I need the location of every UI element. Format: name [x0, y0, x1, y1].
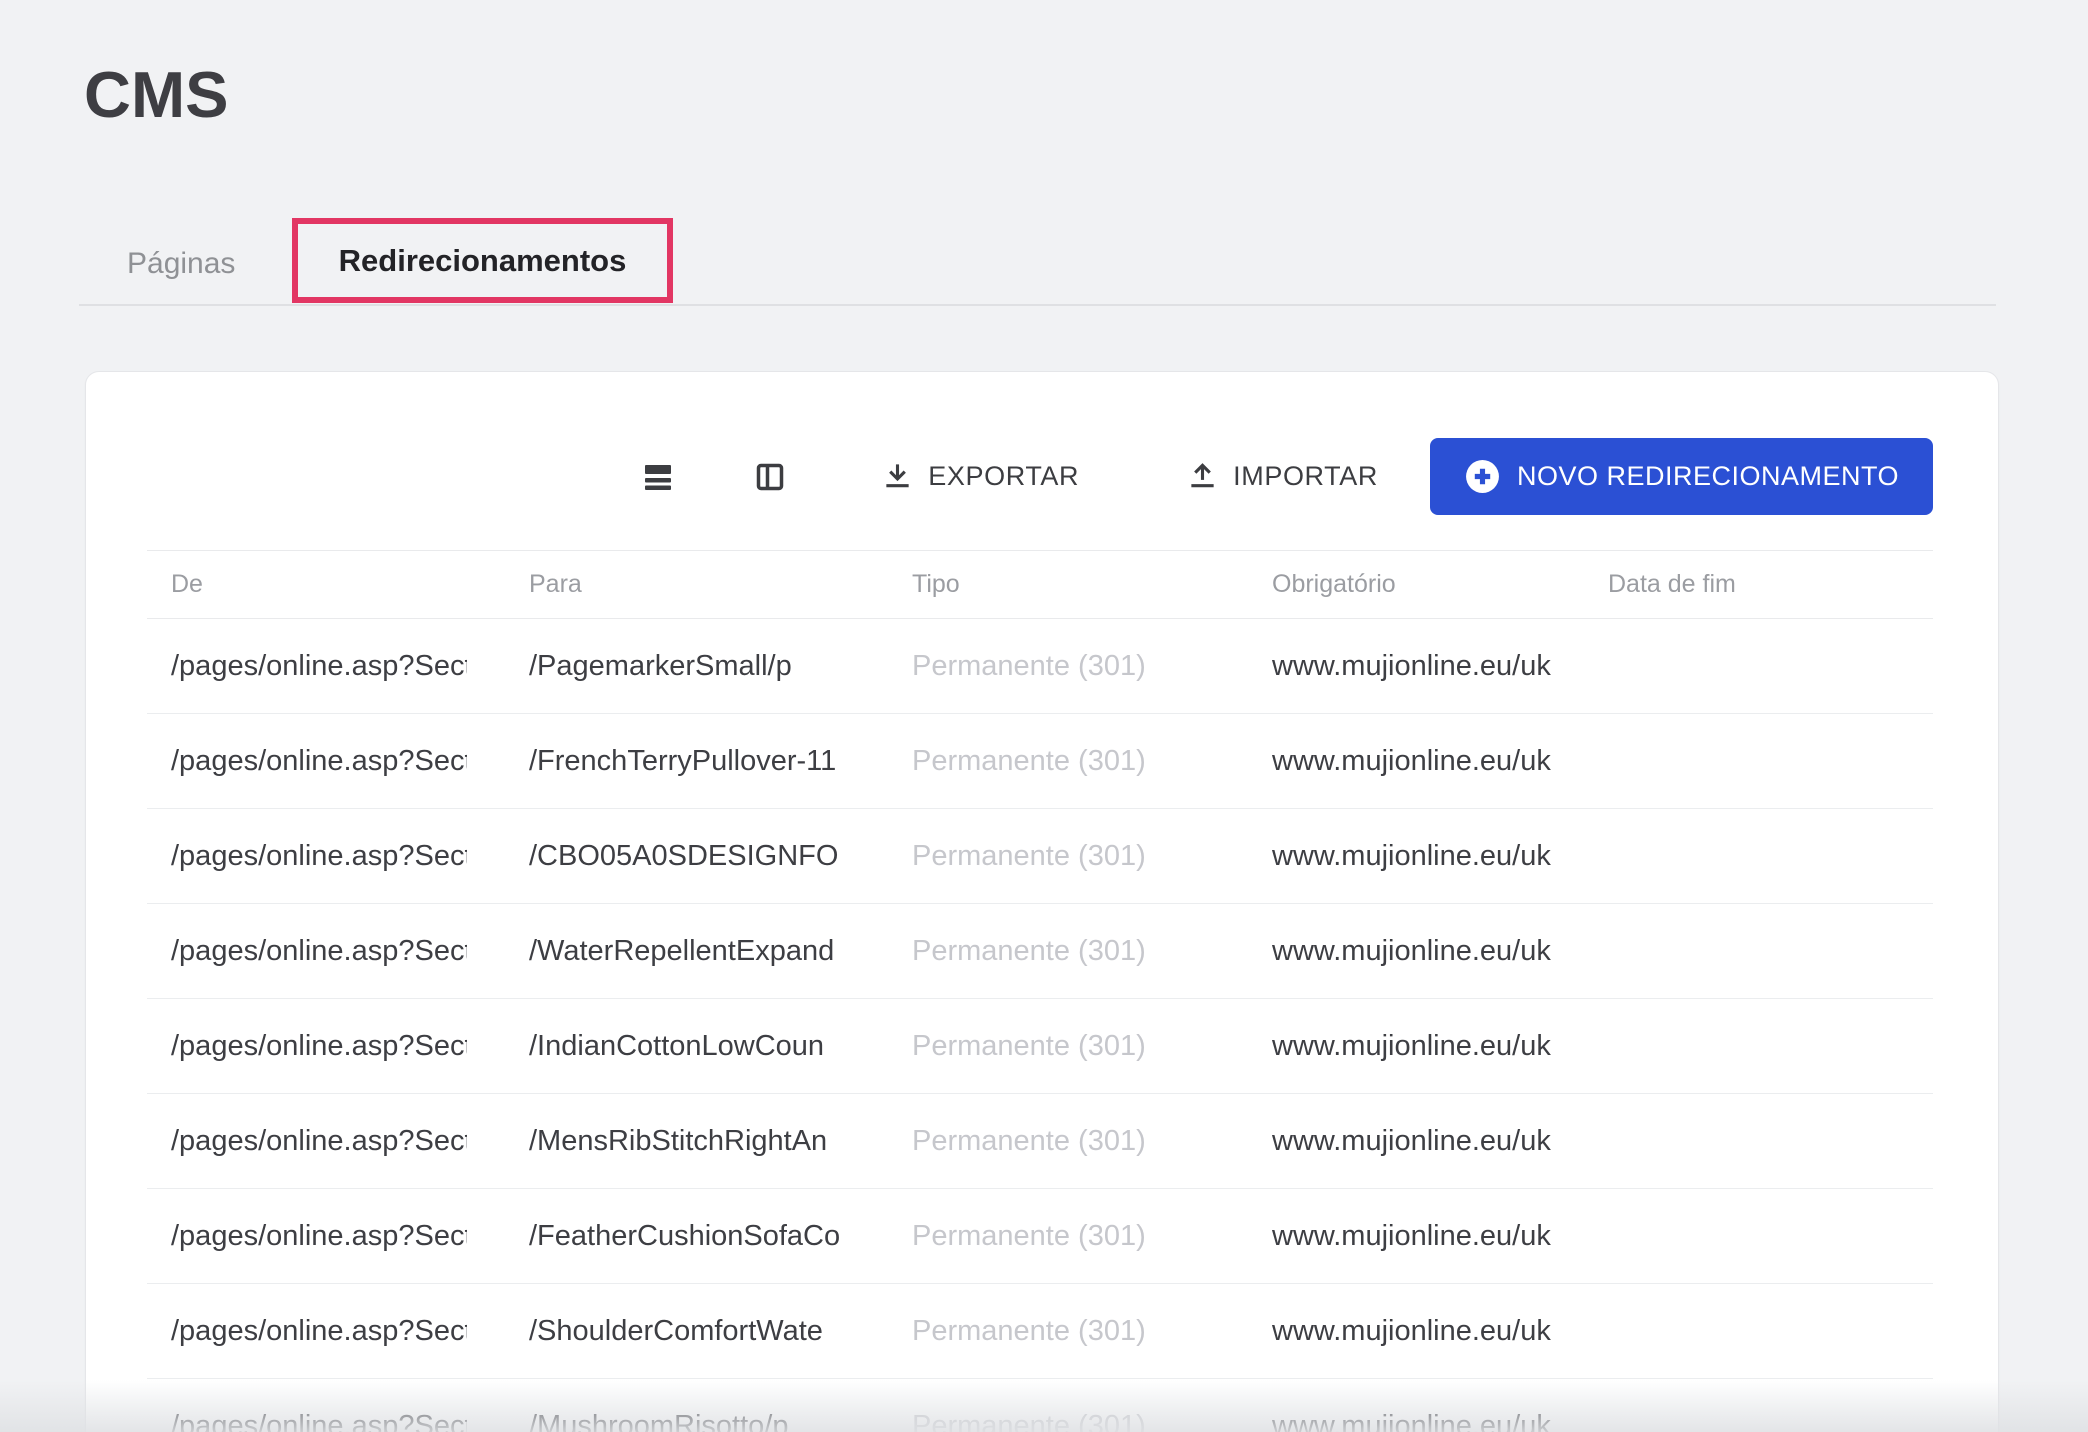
table-row[interactable]: /pages/online.asp?Sect /ShoulderComfortW…: [147, 1284, 1933, 1379]
cell-de: /pages/online.asp?Sect: [147, 1219, 505, 1253]
cell-obrigatorio: www.mujionline.eu/uk: [1248, 934, 1584, 968]
cell-obrigatorio: www.mujionline.eu/uk: [1248, 649, 1584, 683]
cell-obrigatorio: www.mujionline.eu/uk: [1248, 1124, 1584, 1158]
cell-data-de-fim: [1584, 1410, 1933, 1432]
cell-para: /FeatherCushionSofaCo: [505, 1219, 888, 1253]
cell-obrigatorio: www.mujionline.eu/uk: [1248, 1029, 1584, 1063]
cell-data-de-fim: [1584, 650, 1933, 683]
cell-obrigatorio: www.mujionline.eu/uk: [1248, 1409, 1584, 1432]
cell-obrigatorio: www.mujionline.eu/uk: [1248, 1219, 1584, 1253]
page-title: CMS: [84, 57, 228, 132]
column-header-obrigatorio: Obrigatório: [1248, 570, 1584, 599]
table-row[interactable]: /pages/online.asp?Sect /WaterRepellentEx…: [147, 904, 1933, 999]
cell-de: /pages/online.asp?Sect: [147, 744, 505, 778]
tab-redirecionamentos[interactable]: Redirecionamentos: [339, 243, 627, 279]
table-row[interactable]: /pages/online.asp?Sect /FeatherCushionSo…: [147, 1189, 1933, 1284]
rows-view-icon: [642, 461, 674, 493]
cell-data-de-fim: [1584, 1315, 1933, 1348]
cell-para: /ShoulderComfortWate: [505, 1314, 888, 1348]
active-tab-highlight-annotation: Redirecionamentos: [292, 218, 673, 303]
rows-view-button[interactable]: [642, 461, 674, 493]
cell-tipo: Permanente (301): [888, 934, 1248, 968]
plus-circle-icon: [1464, 458, 1501, 495]
column-header-tipo: Tipo: [888, 570, 1248, 599]
table-row[interactable]: /pages/online.asp?Sect /MushroomRisotto/…: [147, 1379, 1933, 1432]
redirects-card: EXPORTAR IMPORTAR: [85, 371, 1999, 1432]
cell-tipo: Permanente (301): [888, 1029, 1248, 1063]
tab-paginas[interactable]: Páginas: [127, 222, 235, 306]
download-icon: [882, 461, 913, 492]
cell-data-de-fim: [1584, 840, 1933, 873]
cell-de: /pages/online.asp?Sect: [147, 1409, 505, 1432]
cell-tipo: Permanente (301): [888, 1314, 1248, 1348]
cell-de: /pages/online.asp?Sect: [147, 649, 505, 683]
cms-page: CMS Páginas Redirecionamentos: [0, 0, 2088, 1432]
cell-obrigatorio: www.mujionline.eu/uk: [1248, 839, 1584, 873]
cell-de: /pages/online.asp?Sect: [147, 839, 505, 873]
cell-de: /pages/online.asp?Sect: [147, 934, 505, 968]
table-body: /pages/online.asp?Sect /PagemarkerSmall/…: [147, 619, 1933, 1432]
cell-de: /pages/online.asp?Sect: [147, 1029, 505, 1063]
cell-para: /PagemarkerSmall/p: [505, 649, 888, 683]
cell-data-de-fim: [1584, 1125, 1933, 1158]
cell-tipo: Permanente (301): [888, 649, 1248, 683]
cell-data-de-fim: [1584, 1220, 1933, 1253]
cell-de: /pages/online.asp?Sect: [147, 1124, 505, 1158]
new-redirect-button-label: NOVO REDIRECIONAMENTO: [1517, 461, 1899, 492]
cell-obrigatorio: www.mujionline.eu/uk: [1248, 744, 1584, 778]
cell-data-de-fim: [1584, 1030, 1933, 1063]
cell-tipo: Permanente (301): [888, 1409, 1248, 1432]
cell-para: /WaterRepellentExpand: [505, 934, 888, 968]
table-row[interactable]: /pages/online.asp?Sect /CBO05A0SDESIGNFO…: [147, 809, 1933, 904]
table-header-row: De Para Tipo Obrigatório Data de fim: [147, 551, 1933, 619]
redirects-table: De Para Tipo Obrigatório Data de fim /pa…: [147, 550, 1933, 1432]
upload-icon: [1187, 461, 1218, 492]
column-header-data-de-fim: Data de fim: [1584, 570, 1933, 599]
table-row[interactable]: /pages/online.asp?Sect /IndianCottonLowC…: [147, 999, 1933, 1094]
cell-para: /MensRibStitchRightAn: [505, 1124, 888, 1158]
cell-para: /FrenchTerryPullover-11: [505, 744, 888, 778]
table-row[interactable]: /pages/online.asp?Sect /MensRibStitchRig…: [147, 1094, 1933, 1189]
cell-tipo: Permanente (301): [888, 1219, 1248, 1253]
cell-para: /IndianCottonLowCoun: [505, 1029, 888, 1063]
cell-tipo: Permanente (301): [888, 839, 1248, 873]
column-header-para: Para: [505, 570, 888, 599]
tabs-divider: [79, 304, 1996, 306]
table-row[interactable]: /pages/online.asp?Sect /FrenchTerryPullo…: [147, 714, 1933, 809]
export-button-label: EXPORTAR: [928, 461, 1079, 492]
cell-de: /pages/online.asp?Sect: [147, 1314, 505, 1348]
cell-tipo: Permanente (301): [888, 1124, 1248, 1158]
table-row[interactable]: /pages/online.asp?Sect /PagemarkerSmall/…: [147, 619, 1933, 714]
cell-tipo: Permanente (301): [888, 744, 1248, 778]
column-header-de: De: [147, 570, 505, 599]
table-toolbar: EXPORTAR IMPORTAR: [642, 438, 1933, 515]
cell-para: /CBO05A0SDESIGNFO: [505, 839, 888, 873]
cell-para: /MushroomRisotto/p: [505, 1409, 888, 1432]
cell-obrigatorio: www.mujionline.eu/uk: [1248, 1314, 1584, 1348]
export-button[interactable]: EXPORTAR: [882, 461, 1079, 492]
cell-data-de-fim: [1584, 935, 1933, 968]
columns-view-icon: [754, 461, 786, 493]
columns-view-button[interactable]: [754, 461, 786, 493]
new-redirect-button[interactable]: NOVO REDIRECIONAMENTO: [1430, 438, 1933, 515]
cell-data-de-fim: [1584, 745, 1933, 778]
import-button-label: IMPORTAR: [1233, 461, 1378, 492]
import-button[interactable]: IMPORTAR: [1187, 461, 1378, 492]
